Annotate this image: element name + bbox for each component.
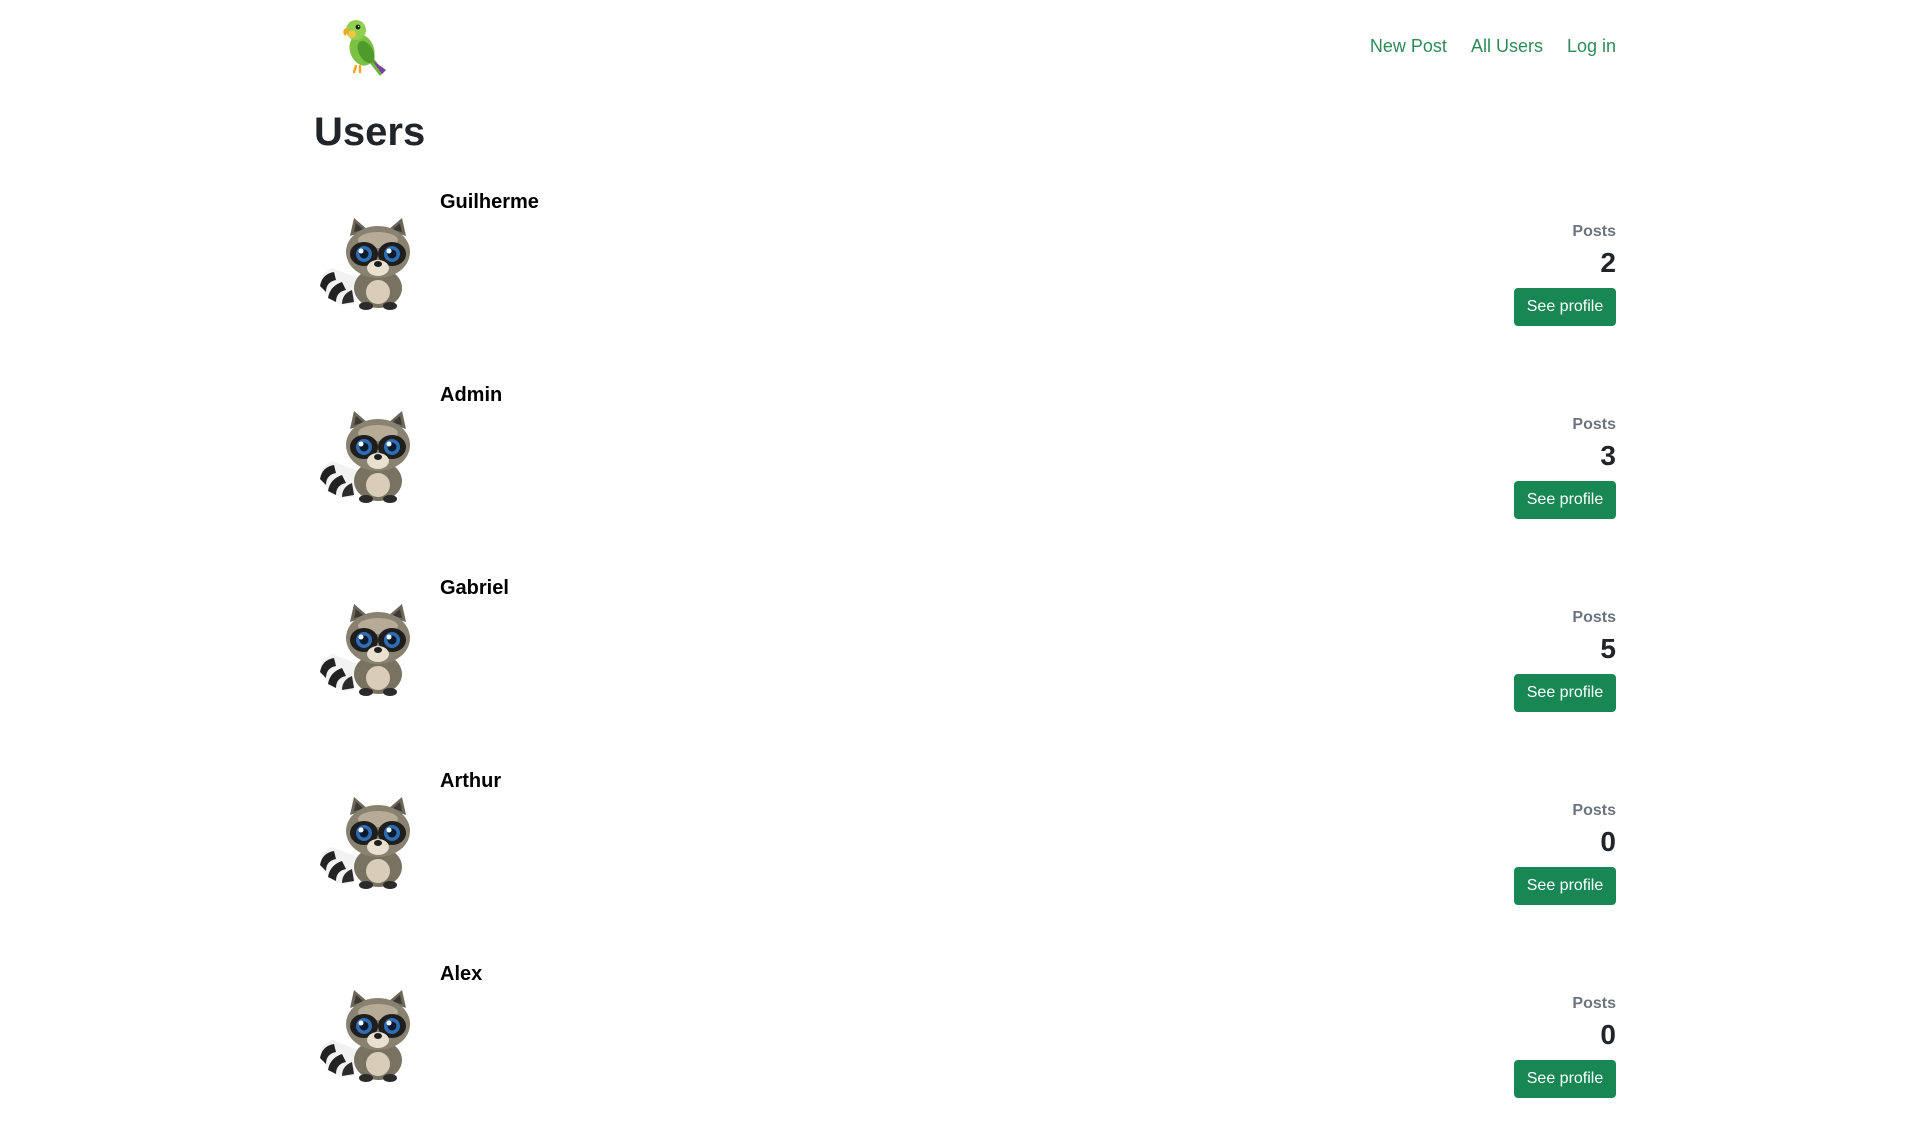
raccoon-avatar-icon	[320, 990, 410, 1082]
nav-log-in-link[interactable]: Log in	[1567, 34, 1616, 58]
posts-label: Posts	[1572, 995, 1616, 1012]
user-stats: Posts 2 See profile	[1416, 222, 1616, 326]
user-name: Guilherme	[440, 191, 539, 213]
see-profile-button[interactable]: See profile	[1514, 481, 1616, 519]
posts-count: 0	[1600, 826, 1616, 857]
user-name: Admin	[440, 384, 503, 406]
nav-new-post-link[interactable]: New Post	[1370, 34, 1447, 58]
nav-links: New Post All Users Log in	[1370, 34, 1616, 58]
parrot-logo-icon[interactable]	[336, 14, 394, 78]
user-name: Arthur	[440, 770, 502, 792]
user-stats: Posts 0 See profile	[1416, 801, 1616, 905]
posts-label: Posts	[1572, 802, 1616, 819]
navbar: New Post All Users Log in	[314, 0, 1616, 90]
user-name: Gabriel	[440, 577, 509, 599]
posts-count: 3	[1600, 440, 1616, 471]
posts-label: Posts	[1572, 416, 1616, 433]
user-row-arthur: Arthur Posts 0 See profile	[314, 765, 1616, 958]
raccoon-avatar-icon	[320, 604, 410, 696]
posts-count: 0	[1600, 1019, 1616, 1050]
see-profile-button[interactable]: See profile	[1514, 674, 1616, 712]
see-profile-button[interactable]: See profile	[1514, 1060, 1616, 1098]
user-row-gabriel: Gabriel Posts 5 See profile	[314, 572, 1616, 765]
raccoon-avatar-icon	[320, 797, 410, 889]
posts-label: Posts	[1572, 609, 1616, 626]
see-profile-button[interactable]: See profile	[1514, 288, 1616, 326]
user-row-alex: Alex Posts 0 See profile	[314, 958, 1616, 1141]
user-name: Alex	[440, 963, 483, 985]
user-row-admin: Admin Posts 3 See profile	[314, 379, 1616, 572]
user-stats: Posts 0 See profile	[1416, 994, 1616, 1098]
user-list: Guilherme Posts 2 See profile Admin Post…	[314, 186, 1616, 1141]
posts-count: 5	[1600, 633, 1616, 664]
see-profile-button[interactable]: See profile	[1514, 867, 1616, 905]
posts-label: Posts	[1572, 223, 1616, 240]
user-row-guilherme: Guilherme Posts 2 See profile	[314, 186, 1616, 379]
user-stats: Posts 5 See profile	[1416, 608, 1616, 712]
raccoon-avatar-icon	[320, 411, 410, 503]
page: New Post All Users Log in Users Guilherm…	[0, 0, 1920, 1141]
raccoon-avatar-icon	[320, 218, 410, 310]
page-title: Users	[314, 110, 426, 154]
posts-count: 2	[1600, 247, 1616, 278]
nav-all-users-link[interactable]: All Users	[1471, 34, 1543, 58]
user-stats: Posts 3 See profile	[1416, 415, 1616, 519]
main-container: New Post All Users Log in Users Guilherm…	[314, 0, 1616, 1098]
